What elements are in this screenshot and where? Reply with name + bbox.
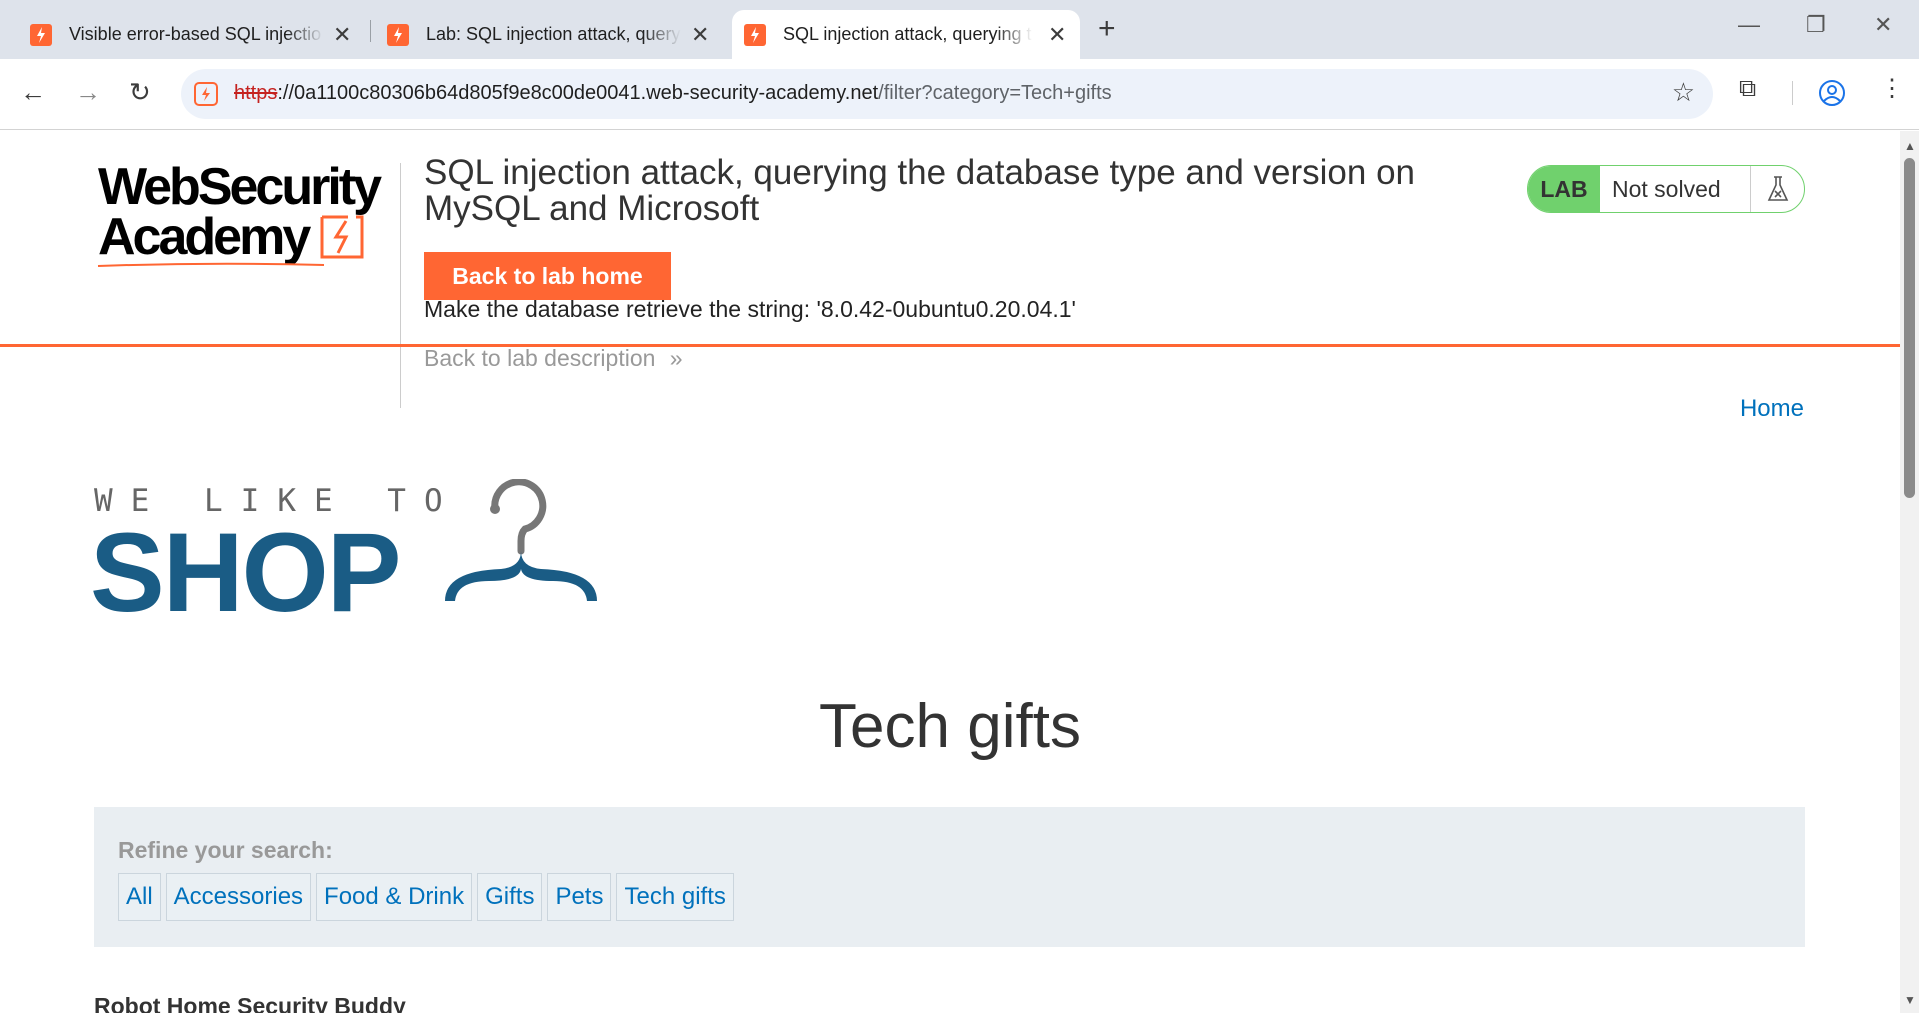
- tab-3-active[interactable]: SQL injection attack, querying t ✕: [732, 10, 1080, 59]
- address-bar[interactable]: https://0a1100c80306b64d805f9e8c00de0041…: [181, 69, 1713, 119]
- browser-toolbar: ← → ↻ https://0a1100c80306b64d805f9e8c00…: [0, 59, 1919, 130]
- refine-search-panel: Refine your search: All Accessories Food…: [94, 807, 1805, 947]
- web-security-academy-logo[interactable]: WebSecurity Academy: [96, 161, 396, 271]
- product-title: Robot Home Security Buddy: [94, 993, 406, 1013]
- forward-arrow-icon[interactable]: →: [75, 79, 101, 105]
- we-like-to-shop-logo[interactable]: WE LIKE TO SHOP: [90, 479, 634, 663]
- url-text: https://0a1100c80306b64d805f9e8c00de0041…: [234, 82, 1112, 105]
- minimize-icon[interactable]: —: [1738, 14, 1760, 36]
- site-info-icon[interactable]: [193, 81, 219, 107]
- lab-title: SQL injection attack, querying the datab…: [424, 153, 1416, 228]
- bookmark-star-icon[interactable]: ☆: [1672, 79, 1695, 105]
- page-content: WebSecurity Academy SQL injection attack…: [0, 131, 1900, 1013]
- toolbar-divider: [1792, 81, 1793, 105]
- category-filters: All Accessories Food & Drink Gifts Pets …: [118, 873, 734, 921]
- lab-status-badge: LAB Not solved: [1527, 165, 1805, 213]
- reload-icon[interactable]: ↻: [129, 79, 151, 105]
- lab-status-text: Not solved: [1612, 175, 1721, 202]
- back-to-description-label: Back to lab description: [424, 345, 656, 371]
- close-tab-icon[interactable]: ✕: [1048, 23, 1066, 46]
- lab-badge-label: LAB: [1528, 166, 1600, 212]
- new-tab-icon[interactable]: +: [1098, 14, 1116, 44]
- flask-icon: [1750, 166, 1804, 212]
- portswigger-favicon-icon: [30, 23, 52, 46]
- tab-1[interactable]: Visible error-based SQL injectio ✕: [0, 10, 368, 59]
- portswigger-favicon-icon: [744, 23, 766, 46]
- tab-2[interactable]: Lab: SQL injection attack, query ✕: [357, 10, 727, 59]
- logo-line2: Academy: [98, 208, 311, 266]
- restore-icon[interactable]: ❐: [1806, 14, 1826, 36]
- tab-title: Visible error-based SQL injectio: [69, 24, 322, 44]
- url-scheme: https: [234, 82, 278, 104]
- tab-strip: Visible error-based SQL injectio ✕ Lab: …: [0, 0, 1919, 59]
- header-rule: [0, 344, 1900, 347]
- url-host: ://0a1100c80306b64d805f9e8c00de0041.web-…: [277, 82, 879, 104]
- scroll-down-arrow-icon[interactable]: ▼: [1904, 993, 1916, 1007]
- scroll-up-arrow-icon[interactable]: ▲: [1904, 139, 1916, 153]
- hanger-icon: [445, 479, 597, 601]
- tab-title: Lab: SQL injection attack, query: [426, 24, 681, 44]
- back-to-lab-description-link[interactable]: Back to lab description »: [424, 345, 683, 372]
- header-divider: [400, 163, 401, 408]
- back-arrow-icon[interactable]: ←: [20, 79, 46, 105]
- cast-search-icon[interactable]: ⧉: [1739, 77, 1756, 101]
- category-title: Tech gifts: [819, 692, 1081, 761]
- scrollbar-thumb[interactable]: [1904, 158, 1915, 498]
- menu-kebab-icon[interactable]: ⋮: [1880, 77, 1904, 101]
- home-link[interactable]: Home: [1740, 395, 1804, 423]
- window-close-icon[interactable]: ✕: [1874, 14, 1892, 36]
- shop-wordmark: SHOP: [90, 510, 401, 635]
- logo-underline: [97, 262, 325, 267]
- page-scrollbar[interactable]: ▲ ▼: [1900, 131, 1919, 1013]
- lab-goal-text: Make the database retrieve the string: '…: [424, 296, 1076, 322]
- filter-pets[interactable]: Pets: [547, 873, 612, 921]
- filter-tech-gifts[interactable]: Tech gifts: [616, 873, 734, 921]
- close-tab-icon[interactable]: ✕: [691, 23, 709, 46]
- back-to-lab-home-button[interactable]: Back to lab home: [424, 252, 671, 300]
- filter-gifts[interactable]: Gifts: [477, 873, 543, 921]
- filter-accessories[interactable]: Accessories: [165, 873, 312, 921]
- filter-all[interactable]: All: [118, 873, 161, 921]
- refine-search-label: Refine your search:: [118, 837, 333, 863]
- close-tab-icon[interactable]: ✕: [333, 23, 351, 46]
- chevron-right-icon: »: [669, 345, 683, 371]
- profile-icon[interactable]: [1818, 79, 1846, 107]
- url-path: /filter?category=Tech+gifts: [878, 82, 1112, 104]
- academy-bolt-icon: [320, 215, 364, 259]
- portswigger-favicon-icon: [387, 23, 409, 46]
- logo-line1: WebSecurity: [98, 158, 382, 216]
- filter-food-drink[interactable]: Food & Drink: [316, 873, 473, 921]
- tab-title: SQL injection attack, querying t: [783, 24, 1032, 44]
